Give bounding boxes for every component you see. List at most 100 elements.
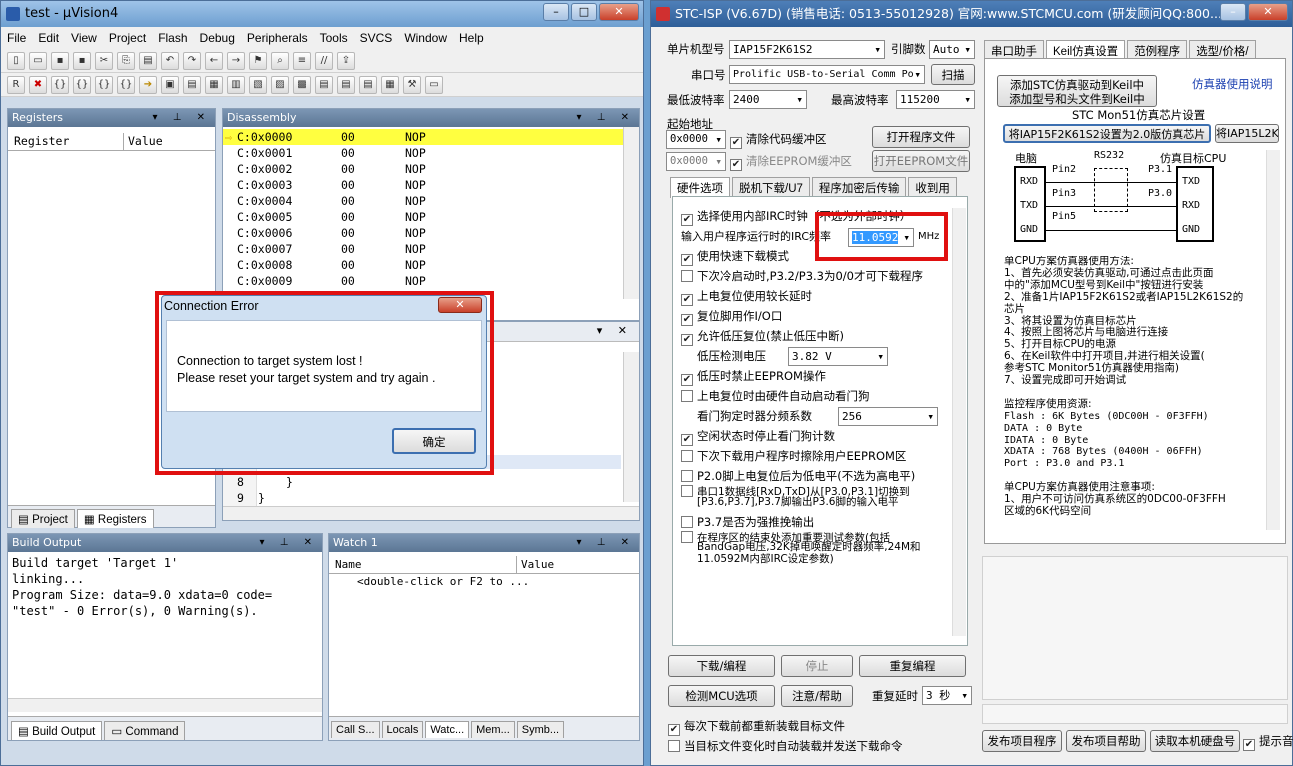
- repeat-program-button[interactable]: 重复编程: [859, 655, 966, 677]
- options-scrollbar[interactable]: [952, 208, 966, 636]
- build-hscrollbar[interactable]: [8, 698, 322, 712]
- menu-peripherals[interactable]: Peripherals: [247, 31, 308, 45]
- autoload-option[interactable]: 当目标文件变化时自动装载并发送下载命令: [668, 738, 903, 754]
- menu-svcs[interactable]: SVCS: [360, 31, 393, 45]
- set-sim-chip-button[interactable]: 将IAP15F2K61S2设置为2.0版仿真芯片: [1003, 124, 1211, 143]
- tab-build-output[interactable]: ▤ Build Output: [11, 721, 103, 740]
- sound-checkbox[interactable]: ✔: [1243, 739, 1255, 751]
- autoload-checkbox[interactable]: [668, 740, 680, 752]
- disasm-scrollbar[interactable]: [623, 127, 639, 299]
- watch-window-icon[interactable]: ▨: [271, 75, 289, 94]
- option-checkbox-13[interactable]: [681, 470, 693, 482]
- sound-option[interactable]: ✔ 提示音: [1243, 733, 1293, 751]
- option-checkbox-2[interactable]: ✔: [681, 254, 693, 266]
- option-16[interactable]: P3.7是否为强推挽输出: [681, 514, 814, 530]
- tab-debug-1[interactable]: Locals: [381, 721, 424, 738]
- close-button[interactable]: ✕: [599, 3, 639, 21]
- stop-icon[interactable]: ✖: [29, 75, 47, 94]
- port-select[interactable]: Prolific USB-to-Serial Comm Po: [729, 65, 925, 84]
- option-checkbox-17[interactable]: [681, 531, 693, 543]
- option-8[interactable]: ✔ 低压时禁止EEPROM操作: [681, 368, 826, 386]
- copy-icon[interactable]: ⎘: [117, 51, 135, 70]
- paste-icon[interactable]: ▤: [139, 51, 157, 70]
- editor-hscrollbar[interactable]: [223, 506, 639, 520]
- window-icon[interactable]: ▭: [425, 75, 443, 94]
- option-checkbox-12[interactable]: [681, 450, 693, 462]
- option-checkbox-11[interactable]: ✔: [681, 434, 693, 446]
- watch-value-column[interactable]: Value: [517, 556, 554, 573]
- option-checkbox-6[interactable]: ✔: [681, 334, 693, 346]
- watch-add-row[interactable]: <double-click or F2 to ...: [329, 574, 639, 590]
- new-file-icon[interactable]: ▯: [7, 51, 25, 70]
- usage-scrollbar[interactable]: [1266, 150, 1280, 530]
- disasm-row[interactable]: C:0x0008 00 NOP: [223, 257, 639, 273]
- tab-debug-4[interactable]: Symb...: [516, 721, 565, 738]
- cut-icon[interactable]: ✂: [95, 51, 113, 70]
- disasm-row[interactable]: C:0x0001 00 NOP: [223, 145, 639, 161]
- menu-view[interactable]: View: [71, 31, 97, 45]
- option-checkbox-0[interactable]: ✔: [681, 214, 693, 226]
- disasm-row[interactable]: C:0x0007 00 NOP: [223, 241, 639, 257]
- dialog-close-button[interactable]: ✕: [438, 297, 482, 313]
- memory-window-icon[interactable]: ▩: [293, 75, 311, 94]
- editor-scrollbar[interactable]: [623, 352, 639, 502]
- tab-debug-0[interactable]: Call S...: [331, 721, 380, 738]
- save-all-icon[interactable]: ▪: [73, 51, 91, 70]
- option-3[interactable]: 下次冷启动时,P3.2/P3.3为0/0才可下载程序: [681, 268, 923, 284]
- disasm-window-icon[interactable]: ▤: [183, 75, 201, 94]
- option-15[interactable]: [P3.6,P3.7],P3.7脚输出P3.6脚的输入电平: [697, 497, 899, 508]
- disasm-row[interactable]: C:0x0009 00 NOP: [223, 273, 639, 289]
- reset-icon[interactable]: R: [7, 75, 25, 94]
- disasm-row[interactable]: ⇨ C:0x0000 00 NOP: [223, 129, 639, 145]
- option-checkbox-9[interactable]: [681, 390, 693, 402]
- watch-name-column[interactable]: Name: [329, 556, 517, 573]
- trace-window-icon[interactable]: ▤: [359, 75, 377, 94]
- clear-eeprom-option[interactable]: ✔ 清除EEPROM缓冲区: [730, 153, 852, 171]
- value-column-header[interactable]: Value: [124, 133, 163, 150]
- run-to-cursor-icon[interactable]: {}: [117, 75, 135, 94]
- option-7[interactable]: 低压检测电压: [697, 348, 766, 364]
- tab-registers[interactable]: ▦ Registers: [76, 509, 154, 528]
- download-button[interactable]: 下载/编程: [668, 655, 775, 677]
- menu-window[interactable]: Window: [404, 31, 447, 45]
- publish-help-button[interactable]: 发布项目帮助: [1066, 730, 1146, 752]
- save-icon[interactable]: ▪: [51, 51, 69, 70]
- menu-debug[interactable]: Debug: [200, 31, 235, 45]
- bookmark-icon[interactable]: ⚑: [249, 51, 267, 70]
- reload-option[interactable]: ✔ 每次下载前都重新装载目标文件: [668, 718, 845, 736]
- disasm-row[interactable]: C:0x0004 00 NOP: [223, 193, 639, 209]
- arrow-icon[interactable]: ➔: [139, 75, 157, 94]
- step-icon[interactable]: {}: [51, 75, 69, 94]
- wdt-prescale-select[interactable]: 256: [838, 407, 938, 426]
- callstack-window-icon[interactable]: ▧: [249, 75, 267, 94]
- max-baud-select[interactable]: 115200: [896, 90, 975, 109]
- redo-icon[interactable]: ↷: [183, 51, 201, 70]
- comment-icon[interactable]: //: [315, 51, 333, 70]
- stc-close-button[interactable]: ✕: [1248, 3, 1288, 21]
- tab-project[interactable]: ▤ Project: [11, 509, 75, 528]
- load-icon[interactable]: ⇪: [337, 51, 355, 70]
- option-11[interactable]: ✔ 空闲状态时停止看门狗计数: [681, 428, 835, 446]
- option-checkbox-5[interactable]: ✔: [681, 314, 693, 326]
- forward-icon[interactable]: →: [227, 51, 245, 70]
- mcu-select[interactable]: IAP15F2K61S2: [729, 40, 885, 59]
- serial-window-icon[interactable]: ▤: [315, 75, 333, 94]
- option-checkbox-16[interactable]: [681, 516, 693, 528]
- option-18[interactable]: BandGap电压,32K掉电唤醒定时器频率,24M和: [697, 542, 921, 553]
- option-4[interactable]: ✔ 上电复位使用较长延时: [681, 288, 812, 306]
- option-1[interactable]: 输入用户程序运行时的IRC频率: [681, 228, 831, 244]
- back-icon[interactable]: ←: [205, 51, 223, 70]
- eeprom-address-input[interactable]: 0x0000: [666, 152, 726, 171]
- option-checkbox-3[interactable]: [681, 270, 693, 282]
- tab-debug-2[interactable]: Watc...: [425, 721, 470, 738]
- analysis-window-icon[interactable]: ▤: [337, 75, 355, 94]
- lvd-voltage-select[interactable]: 3.82 V: [788, 347, 888, 366]
- tools-icon[interactable]: ⚒: [403, 75, 421, 94]
- find-icon[interactable]: ⌕: [271, 51, 289, 70]
- clear-code-option[interactable]: ✔ 清除代码缓冲区: [730, 131, 827, 149]
- menu-help[interactable]: Help: [459, 31, 484, 45]
- tab-debug-3[interactable]: Mem...: [471, 721, 515, 738]
- help-button[interactable]: 注意/帮助: [781, 685, 853, 707]
- option-10[interactable]: 看门狗定时器分频系数: [697, 408, 812, 424]
- disasm-row[interactable]: C:0x0002 00 NOP: [223, 161, 639, 177]
